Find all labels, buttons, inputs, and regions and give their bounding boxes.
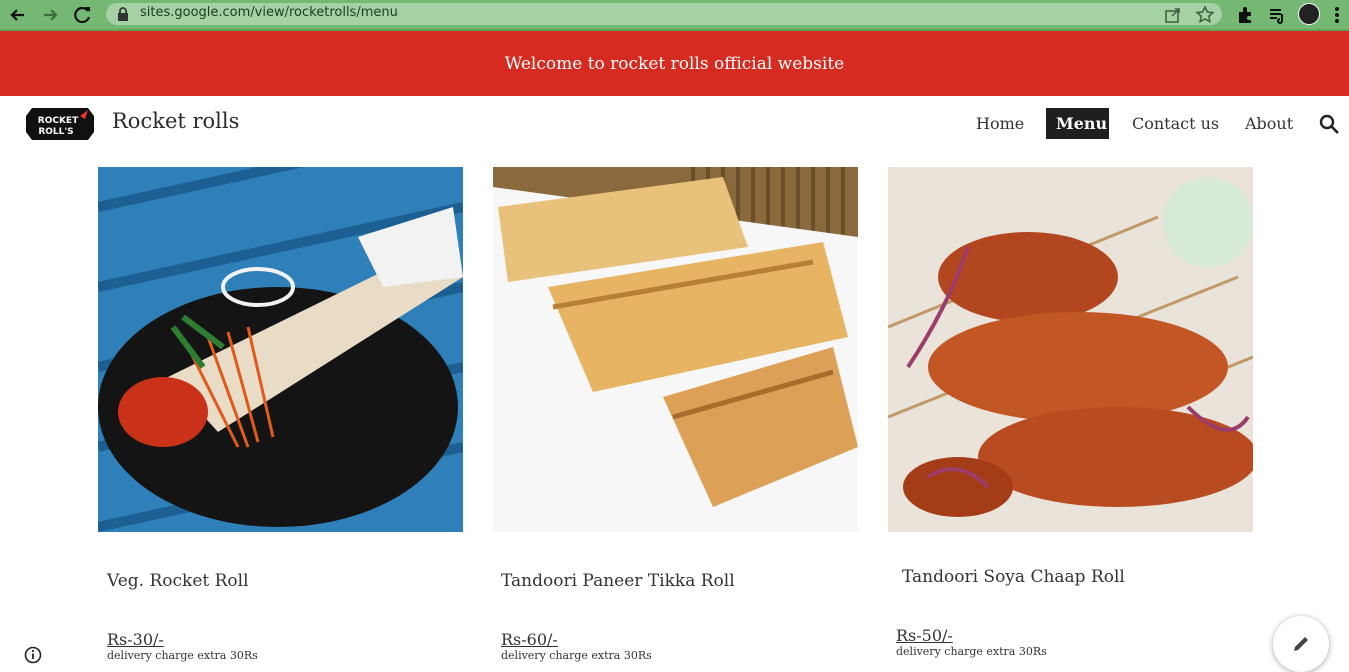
nav-about[interactable]: About — [1235, 108, 1303, 139]
soya-chaap-photo — [887, 167, 1258, 532]
nav-home[interactable]: Home — [966, 108, 1034, 139]
info-icon[interactable] — [24, 646, 42, 664]
paneer-tikka-roll-photo — [493, 167, 858, 532]
back-arrow-icon[interactable] — [8, 5, 28, 25]
welcome-banner: Welcome to rocket rolls official website — [0, 31, 1349, 96]
menu-card: Tandoori Paneer Tikka Roll Rs-60/- deliv… — [493, 167, 858, 662]
logo-text-bottom: ROLL'S — [38, 127, 73, 137]
menu-item-price[interactable]: Rs-50/- — [896, 626, 953, 645]
profile-avatar[interactable] — [1298, 3, 1320, 25]
media-icon[interactable] — [1267, 5, 1287, 25]
site-title[interactable]: Rocket rolls — [112, 109, 239, 133]
reload-icon[interactable] — [73, 5, 93, 25]
veg-rocket-roll-photo — [96, 122, 465, 532]
banner-text: Welcome to rocket rolls official website — [504, 53, 845, 74]
delivery-note: delivery charge extra 30Rs — [896, 645, 1047, 658]
site-header: ROCKET ROLL'S Rocket rolls Home Menu Con… — [0, 96, 1349, 152]
nav-menu[interactable]: Menu — [1046, 108, 1109, 139]
menu-item-name: Veg. Rocket Roll — [107, 571, 249, 591]
lock-icon[interactable] — [116, 6, 130, 22]
url-text[interactable]: sites.google.com/view/rocketrolls/menu — [140, 5, 398, 20]
menu-item-name: Tandoori Paneer Tikka Roll — [501, 571, 735, 591]
menu-card: Tandoori Soya Chaap Roll Rs-50/- deliver… — [887, 167, 1258, 658]
menu-item-price[interactable]: Rs-30/- — [107, 630, 164, 649]
rocket-rolls-logo[interactable]: ROCKET ROLL'S — [24, 104, 96, 144]
extensions-icon[interactable] — [1235, 5, 1255, 25]
logo-text-top: ROCKET — [38, 116, 79, 126]
share-icon[interactable] — [1163, 5, 1183, 25]
forward-arrow-icon[interactable] — [40, 5, 60, 25]
search-icon[interactable] — [1319, 114, 1341, 136]
edit-button[interactable] — [1273, 616, 1329, 672]
nav-contact-us[interactable]: Contact us — [1122, 108, 1229, 139]
delivery-note: delivery charge extra 30Rs — [501, 649, 652, 662]
star-icon[interactable] — [1195, 5, 1215, 25]
browser-toolbar: sites.google.com/view/rocketrolls/menu — [0, 0, 1349, 31]
more-vert-icon[interactable] — [1332, 5, 1342, 25]
menu-item-price[interactable]: Rs-60/- — [501, 630, 558, 649]
pencil-icon — [1294, 637, 1308, 651]
menu-card: Veg. Rocket Roll Rs-30/- delivery charge… — [96, 122, 465, 662]
menu-item-name: Tandoori Soya Chaap Roll — [902, 567, 1125, 587]
delivery-note: delivery charge extra 30Rs — [107, 649, 258, 662]
